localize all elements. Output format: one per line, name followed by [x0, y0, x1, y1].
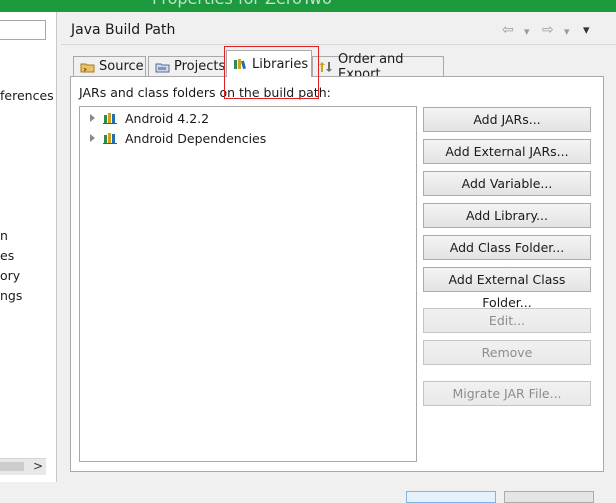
libraries-tree[interactable]: Android 4.2.2 Android Dependencies: [79, 106, 417, 462]
back-arrow-icon[interactable]: ⇦: [502, 22, 514, 38]
tab-source[interactable]: Source: [73, 56, 146, 76]
library-icon: [103, 132, 119, 144]
tree-item[interactable]: ory: [0, 268, 20, 283]
migrate-jar-button[interactable]: Migrate JAR File...: [423, 381, 591, 406]
window-title-bar: Properties for ZeroTwo: [0, 0, 616, 12]
library-label: Android Dependencies: [125, 130, 267, 146]
tree-item[interactable]: es: [0, 248, 14, 263]
add-library-button[interactable]: Add Library...: [423, 203, 591, 228]
chevron-down-icon[interactable]: ▾: [524, 25, 530, 38]
tab-libraries[interactable]: Libraries: [226, 50, 312, 77]
dialog-button[interactable]: [406, 491, 496, 503]
horizontal-scrollbar[interactable]: >: [0, 458, 46, 475]
expand-icon[interactable]: [90, 134, 95, 142]
projects-icon: [155, 61, 170, 73]
tab-label: Projects: [174, 59, 226, 74]
tree-item[interactable]: ferences: [0, 88, 54, 103]
add-variable-button[interactable]: Add Variable...: [423, 171, 591, 196]
scroll-right-icon[interactable]: >: [33, 459, 43, 473]
add-class-folder-button[interactable]: Add Class Folder...: [423, 235, 591, 260]
libraries-icon: [233, 58, 248, 70]
source-folder-icon: [80, 61, 95, 73]
order-export-icon: [319, 61, 334, 73]
tree-item[interactable]: n: [0, 228, 8, 243]
remove-button[interactable]: Remove: [423, 340, 591, 365]
dialog-button[interactable]: [504, 491, 594, 503]
library-label: Android 4.2.2: [125, 110, 210, 126]
header-divider: [61, 44, 616, 45]
tab-order-and-export[interactable]: Order and Export: [312, 52, 444, 82]
add-jars-button[interactable]: Add JARs...: [423, 107, 591, 132]
window-title: Properties for ZeroTwo: [152, 0, 332, 8]
library-icon: [103, 112, 119, 124]
list-item[interactable]: Android 4.2.2: [90, 109, 209, 127]
chevron-down-icon[interactable]: ▾: [564, 25, 570, 38]
preference-tree-panel: ferences n es ory ngs >: [0, 12, 57, 482]
view-menu-icon[interactable]: ▾: [583, 23, 590, 38]
scrollbar-thumb[interactable]: [0, 462, 24, 471]
tab-projects[interactable]: Projects: [148, 56, 225, 76]
add-external-class-folder-button[interactable]: Add External Class Folder...: [423, 267, 591, 310]
build-path-description: JARs and class folders on the build path…: [79, 85, 331, 100]
tree-item[interactable]: ngs: [0, 288, 22, 303]
add-external-jars-button[interactable]: Add External JARs...: [423, 139, 591, 164]
page-title: Java Build Path: [71, 22, 176, 38]
list-item[interactable]: Android Dependencies: [90, 129, 266, 147]
edit-button[interactable]: Edit...: [423, 308, 591, 333]
forward-arrow-icon[interactable]: ⇨: [542, 22, 554, 38]
filter-input[interactable]: [0, 20, 46, 40]
tab-label: Source: [99, 59, 144, 74]
tab-label: Libraries: [252, 56, 309, 72]
expand-icon[interactable]: [90, 114, 95, 122]
